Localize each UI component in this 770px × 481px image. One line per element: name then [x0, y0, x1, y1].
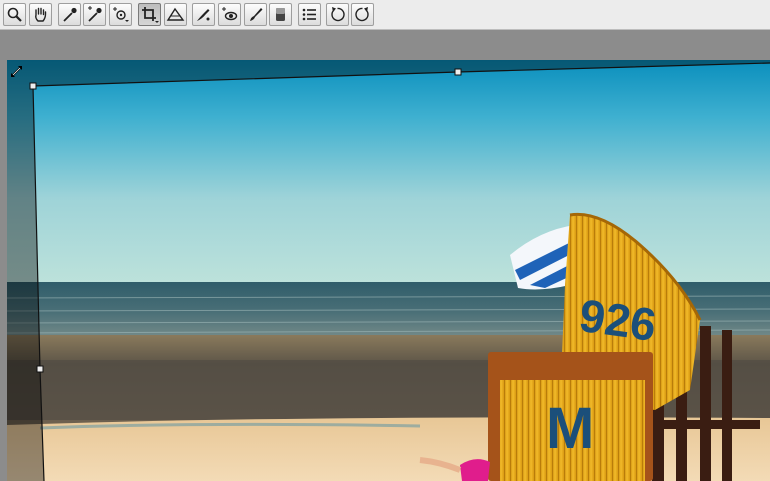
- crop-tool-button[interactable]: [138, 3, 161, 26]
- photo-image: 926 M: [7, 60, 770, 481]
- red-eye-removal-icon: [222, 7, 238, 21]
- crop-handle-left[interactable]: [36, 365, 44, 373]
- graduated-filter-icon: [276, 8, 285, 21]
- red-eye-tool-button[interactable]: [218, 3, 241, 26]
- zoom-tool-button[interactable]: [3, 3, 26, 26]
- adjustment-brush-tool-button[interactable]: [244, 3, 267, 26]
- straighten-icon: [166, 7, 185, 21]
- crop-handle-top[interactable]: [454, 68, 462, 76]
- preferences-list-icon: [302, 8, 316, 21]
- spot-removal-tool-button[interactable]: [192, 3, 215, 26]
- crop-handle-top-left[interactable]: [29, 82, 37, 90]
- straighten-tool-button[interactable]: [164, 3, 187, 26]
- photo-canvas[interactable]: 926 M: [0, 30, 770, 481]
- graduated-filter-tool-button[interactable]: [269, 3, 292, 26]
- hand-tool-button[interactable]: [29, 3, 52, 26]
- zoom-icon: [7, 7, 22, 22]
- canvas-area: 926 M: [0, 30, 770, 481]
- preferences-button[interactable]: [298, 3, 321, 26]
- targeted-adjustment-tool-button[interactable]: [109, 3, 132, 26]
- adjustment-brush-icon: [250, 8, 263, 21]
- rotate-right-button[interactable]: [351, 3, 374, 26]
- rotate-left-icon: [331, 7, 345, 22]
- toolbar: [0, 0, 770, 30]
- color-sampler-icon: [88, 6, 102, 22]
- targeted-adjustment-icon: [113, 7, 129, 22]
- basket-number: 926: [576, 289, 659, 351]
- white-balance-tool-button[interactable]: [58, 3, 81, 26]
- hand-icon: [35, 7, 47, 22]
- basket-letter: M: [546, 396, 594, 461]
- rotate-left-button[interactable]: [326, 3, 349, 26]
- color-sampler-tool-button[interactable]: [83, 3, 106, 26]
- spot-removal-icon: [197, 9, 210, 21]
- rotate-right-icon: [355, 7, 369, 22]
- white-balance-eyedropper-icon: [63, 7, 77, 22]
- crop-icon: [142, 7, 159, 23]
